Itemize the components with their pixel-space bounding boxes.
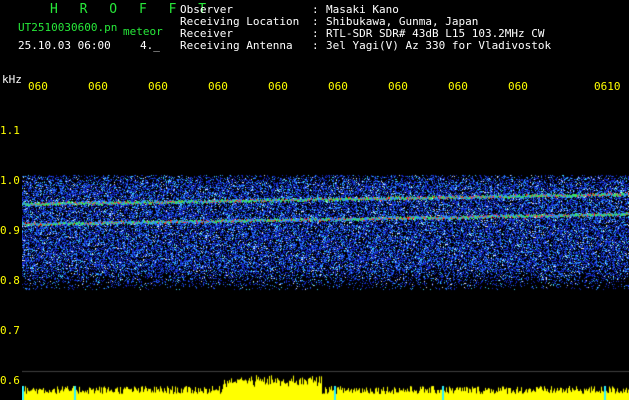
spectrogram-plot bbox=[22, 100, 629, 400]
x-tick: 060 bbox=[268, 80, 288, 93]
x-tick: 060 bbox=[328, 80, 348, 93]
x-tick: 060 bbox=[388, 80, 408, 93]
info-value-antenna: 3el Yagi(V) Az 330 for Vladivostok bbox=[326, 39, 552, 52]
counter: 4._ bbox=[140, 39, 160, 52]
y-axis-unit: kHz bbox=[2, 73, 22, 86]
x-tick: 0610 bbox=[594, 80, 621, 93]
y-tick: 0.8 bbox=[0, 274, 20, 287]
datetime: 25.10.03 06:00 bbox=[18, 39, 111, 52]
x-tick: 060 bbox=[28, 80, 48, 93]
filename: UT2510030600.pn bbox=[18, 21, 118, 34]
x-tick: 060 bbox=[148, 80, 168, 93]
x-tick: 060 bbox=[208, 80, 228, 93]
x-tick: 060 bbox=[508, 80, 528, 93]
y-tick: 0.6 bbox=[0, 374, 20, 387]
station-info: Observer : Masaki Kano Receiving Locatio… bbox=[180, 4, 551, 52]
info-label-antenna: Receiving Antenna bbox=[180, 39, 293, 52]
x-tick: 060 bbox=[88, 80, 108, 93]
y-tick: 0.7 bbox=[0, 324, 20, 337]
mode-label: meteor bbox=[123, 25, 163, 38]
spectrogram-canvas bbox=[22, 100, 629, 400]
y-tick: 0.9 bbox=[0, 224, 20, 237]
y-tick: 1.1 bbox=[0, 124, 20, 137]
x-tick: 060 bbox=[448, 80, 468, 93]
y-tick: 1.0 bbox=[0, 174, 20, 187]
info-sep: : bbox=[312, 39, 319, 52]
